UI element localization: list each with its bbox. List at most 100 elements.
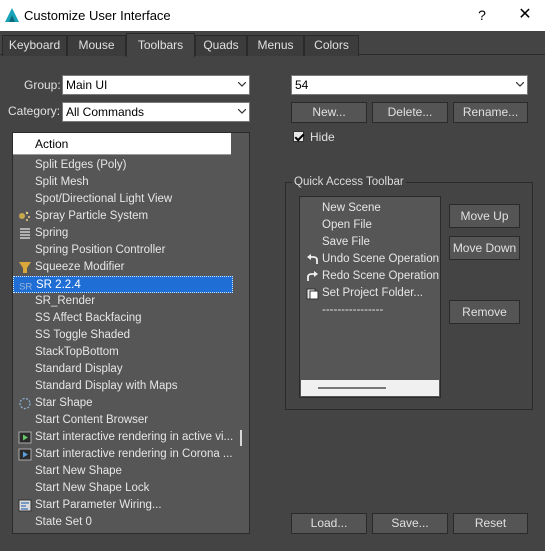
- action-list-item-label: Star Shape: [35, 397, 93, 409]
- action-list-item-label: Split Mesh: [35, 176, 89, 188]
- action-list-item[interactable]: SR_Render: [13, 293, 233, 310]
- spray-icon: [19, 211, 30, 221]
- action-list-item-label: Spray Particle System: [35, 210, 149, 222]
- quick-access-toolbar-title: Quick Access Toolbar: [292, 176, 406, 188]
- redo-icon: [307, 271, 318, 281]
- tab-menus[interactable]: Menus: [247, 35, 304, 56]
- action-list-item-label: Spring: [35, 227, 69, 239]
- qat-list-item[interactable]: Set Project Folder...: [300, 285, 440, 302]
- action-list-item[interactable]: Split Edges (Poly): [13, 157, 233, 174]
- chevron-down-icon: [238, 82, 246, 87]
- group-dropdown[interactable]: Main UI: [62, 75, 250, 95]
- ir-corona-icon: [18, 448, 32, 461]
- action-list-item[interactable]: Spring Position Controller: [13, 242, 233, 259]
- help-button[interactable]: ?: [470, 4, 494, 26]
- spring-icon: [20, 228, 30, 239]
- action-list-item[interactable]: Start New Shape: [13, 463, 233, 480]
- action-list-item-label: Squeeze Modifier: [35, 261, 125, 273]
- reset-button[interactable]: Reset: [453, 513, 528, 534]
- action-list-item-label: SR 2.2.4: [36, 279, 81, 291]
- group-label: Group:: [24, 78, 61, 92]
- save-button[interactable]: Save...: [372, 513, 448, 534]
- action-list-item[interactable]: SS Toggle Shaded: [13, 327, 233, 344]
- qat-list-item-label: Save File: [322, 236, 370, 248]
- action-list-item[interactable]: Spray Particle System: [13, 208, 233, 225]
- tab-colors[interactable]: Colors: [304, 35, 359, 56]
- action-list-item[interactable]: StackTopBottom: [13, 344, 233, 361]
- action-list-item[interactable]: Spot/Directional Light View: [13, 191, 233, 208]
- tab-quads[interactable]: Quads: [195, 35, 247, 56]
- delete-button[interactable]: Delete...: [372, 102, 448, 123]
- move-down-button[interactable]: Move Down: [449, 236, 520, 260]
- group-value: Main UI: [66, 78, 108, 92]
- window-title: Customize User Interface: [24, 8, 171, 23]
- remove-button[interactable]: Remove: [449, 300, 520, 324]
- title-bar: Customize User Interface ? ✕: [0, 0, 545, 31]
- qat-horizontal-scrollbar[interactable]: [301, 380, 439, 396]
- scrollbar-thumb[interactable]: [240, 430, 242, 446]
- star-shape-icon: [19, 397, 31, 410]
- tab-keyboard[interactable]: Keyboard: [2, 35, 67, 56]
- category-label: Category:: [8, 104, 61, 118]
- app-logo-icon: [5, 8, 19, 22]
- tab-strip: Keyboard Mouse Toolbars Quads Menus Colo…: [0, 33, 545, 57]
- action-list-item[interactable]: State Set 0: [13, 514, 233, 531]
- close-button[interactable]: ✕: [510, 4, 540, 26]
- action-list-item[interactable]: Standard Display: [13, 361, 233, 378]
- action-list-item[interactable]: Split Mesh: [13, 174, 233, 191]
- toolbar-dropdown[interactable]: 54: [291, 75, 528, 95]
- action-list-item-label: Spot/Directional Light View: [35, 193, 173, 205]
- ir-active-icon: [18, 431, 32, 444]
- rename-button[interactable]: Rename...: [453, 102, 528, 123]
- undo-icon: [307, 254, 318, 264]
- action-rows: Split Edges (Poly) Split Mesh Spot/Directi…: [13, 157, 233, 531]
- tab-toolbars[interactable]: Toolbars: [126, 33, 195, 57]
- qat-list-item-label: New Scene: [322, 202, 381, 214]
- action-list-item[interactable]: Start Content Browser: [13, 412, 233, 429]
- qat-list-item[interactable]: Undo Scene Operation: [300, 251, 440, 268]
- category-dropdown[interactable]: All Commands: [62, 102, 250, 122]
- action-list-item-label: Start New Shape: [35, 465, 122, 477]
- qat-list-item[interactable]: ----------------: [300, 302, 440, 319]
- action-list-item[interactable]: SR SR 2.2.4: [13, 276, 233, 293]
- action-list-item[interactable]: Star Shape: [13, 395, 233, 412]
- chevron-down-icon: [238, 109, 246, 114]
- chevron-down-icon: [516, 82, 524, 87]
- action-list-scrollbar[interactable]: [235, 133, 249, 533]
- qat-list-item[interactable]: Redo Scene Operation: [300, 268, 440, 285]
- action-list-item[interactable]: Standard Display with Maps: [13, 378, 233, 395]
- qat-list-item-label: Redo Scene Operation: [322, 270, 439, 282]
- load-button[interactable]: Load...: [291, 513, 367, 534]
- qat-list-item[interactable]: Save File: [300, 234, 440, 251]
- action-list-item[interactable]: Start interactive rendering in Corona ..…: [13, 446, 233, 463]
- action-list-item-label: Standard Display: [35, 363, 123, 375]
- qat-list-item[interactable]: New Scene: [300, 200, 440, 217]
- action-list-item[interactable]: SS Affect Backfacing: [13, 310, 233, 327]
- action-list-item[interactable]: Start interactive rendering in active vi…: [13, 429, 233, 446]
- quick-access-toolbar-list[interactable]: New Scene Open File Save File Undo Scene Op…: [299, 196, 441, 398]
- action-list-item-label: Split Edges (Poly): [35, 159, 127, 171]
- new-button[interactable]: New...: [291, 102, 367, 123]
- action-list-item-label: Start interactive rendering in active vi…: [35, 431, 233, 443]
- move-up-button[interactable]: Move Up: [449, 204, 520, 228]
- qat-list-item-label: Undo Scene Operation: [322, 253, 439, 265]
- tab-mouse[interactable]: Mouse: [67, 35, 126, 56]
- action-column-header[interactable]: Action: [13, 133, 231, 155]
- action-list-item[interactable]: Squeeze Modifier: [13, 259, 233, 276]
- action-list-item[interactable]: Spring: [13, 225, 233, 242]
- toolbar-value: 54: [295, 78, 309, 92]
- action-list-item-label: Start New Shape Lock: [35, 482, 150, 494]
- action-list-item-label: Standard Display with Maps: [35, 380, 178, 392]
- action-list-item-label: Start interactive rendering in Corona ..…: [35, 448, 233, 460]
- scrollbar-thumb[interactable]: [318, 387, 386, 389]
- action-list-item[interactable]: Start New Shape Lock: [13, 480, 233, 497]
- qat-list-item[interactable]: Open File: [300, 217, 440, 234]
- action-list-item-label: Spring Position Controller: [35, 244, 166, 256]
- hide-checkbox[interactable]: [293, 131, 304, 142]
- action-list-item-label: State Set 0: [35, 516, 92, 528]
- project-folder-icon: [306, 288, 319, 300]
- action-list-item-label: StackTopBottom: [35, 346, 119, 358]
- action-list[interactable]: Action Split Edges (Poly) Split Mesh Spot/…: [12, 132, 250, 534]
- action-list-item[interactable]: Start Parameter Wiring...: [13, 497, 233, 514]
- qat-list-item-label: ----------------: [322, 304, 384, 316]
